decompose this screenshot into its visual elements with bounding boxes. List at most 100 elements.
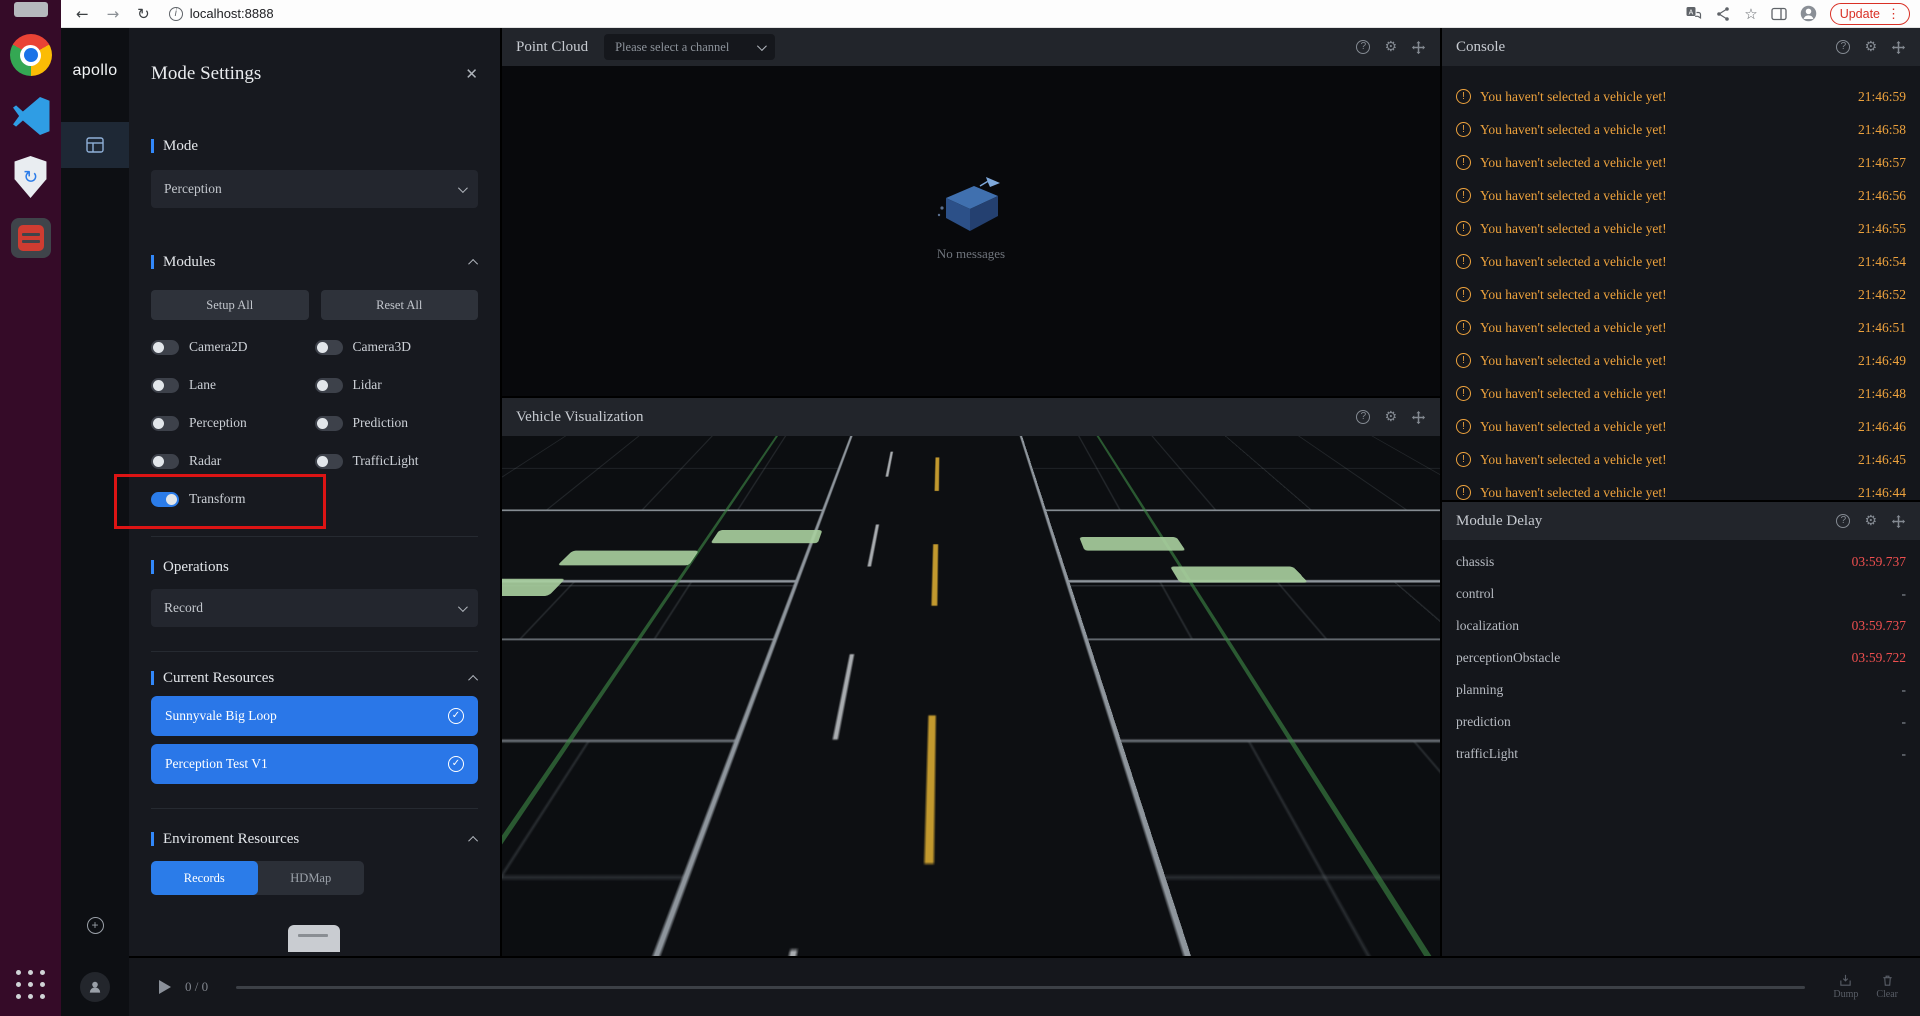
- chevron-down-icon: [757, 41, 767, 51]
- gear-icon[interactable]: ⚙: [1864, 39, 1877, 55]
- dump-button[interactable]: Dump: [1833, 974, 1858, 1000]
- console-message-text: You haven't selected a vehicle yet!: [1480, 254, 1667, 270]
- console-title: Console: [1456, 39, 1505, 56]
- toggle-knob: [317, 456, 328, 467]
- ego-vehicle: [950, 779, 980, 841]
- module-toggle-switch[interactable]: [151, 340, 179, 355]
- back-button[interactable]: ←: [76, 5, 89, 23]
- channel-select[interactable]: Please select a channel: [604, 34, 775, 60]
- module-delay-value: 03:59.737: [1852, 554, 1906, 570]
- resource-tab[interactable]: HDMap: [258, 861, 365, 895]
- module-toggle-switch[interactable]: [315, 416, 343, 431]
- browser-toolbar: ← → ↻ i localhost:8888 A ☆ Update ⋮: [61, 0, 1920, 28]
- share-icon[interactable]: [1715, 6, 1731, 22]
- red-app-icon: [11, 218, 51, 258]
- gear-icon[interactable]: ⚙: [1384, 39, 1397, 55]
- mode-select[interactable]: Perception: [151, 170, 478, 208]
- address-bar[interactable]: i localhost:8888: [169, 6, 274, 21]
- chevron-down-icon: [458, 183, 468, 193]
- reload-button[interactable]: ↻: [137, 5, 150, 23]
- dreamview-view-button[interactable]: D: [1388, 845, 1418, 875]
- module-delay-row: chassis 03:59.737: [1442, 546, 1920, 578]
- operations-section-label: Operations: [151, 557, 478, 577]
- help-icon[interactable]: ?: [1356, 410, 1370, 424]
- module-toggle-switch[interactable]: [151, 378, 179, 393]
- green-marker: [711, 530, 823, 543]
- gear-icon[interactable]: ⚙: [1864, 513, 1877, 529]
- url-text: localhost:8888: [190, 6, 274, 21]
- module-toggle-label: Camera3D: [353, 339, 411, 355]
- user-avatar[interactable]: [80, 972, 110, 1002]
- progress-track[interactable]: [236, 986, 1805, 989]
- module-toggle-switch[interactable]: [315, 454, 343, 469]
- record-card-partial[interactable]: [288, 925, 340, 952]
- profile-avatar-icon[interactable]: [1800, 5, 1817, 22]
- translate-icon[interactable]: A: [1685, 6, 1702, 22]
- module-toggle-switch[interactable]: [151, 416, 179, 431]
- module-name: prediction: [1456, 714, 1511, 730]
- console-message-list: ! You haven't selected a vehicle yet! 21…: [1442, 66, 1920, 500]
- forward-button[interactable]: →: [107, 5, 120, 23]
- move-panel-icon[interactable]: [1891, 40, 1906, 55]
- collapse-chevron-icon[interactable]: [468, 258, 478, 268]
- chrome-update-button[interactable]: Update ⋮: [1830, 3, 1910, 25]
- console-message-time: 21:46:56: [1858, 188, 1906, 204]
- vscode-icon: [12, 97, 50, 135]
- vehicle-viz-title: Vehicle Visualization: [516, 409, 644, 426]
- module-name: trafficLight: [1456, 746, 1518, 762]
- dock-item-chrome[interactable]: [8, 32, 54, 78]
- module-toggle-row: TrafficLight: [315, 453, 479, 469]
- resource-tab[interactable]: Records: [151, 861, 258, 895]
- dreamview-app: apollo + Mode Settings: [61, 28, 1920, 1016]
- zoom-in-button[interactable]: +: [1388, 888, 1418, 917]
- console-message-time: 21:46:46: [1858, 419, 1906, 435]
- console-message-time: 21:46:54: [1858, 254, 1906, 270]
- resource-item-label: Sunnyvale Big Loop: [165, 708, 277, 724]
- module-toggle-switch[interactable]: [151, 454, 179, 469]
- help-icon[interactable]: ?: [1836, 514, 1850, 528]
- help-icon[interactable]: ?: [1836, 40, 1850, 54]
- mode-section-label: Mode: [151, 136, 478, 156]
- resource-item[interactable]: Perception Test V1 ✓: [151, 744, 478, 784]
- module-toggle-switch[interactable]: [315, 340, 343, 355]
- zoom-out-button[interactable]: −: [1388, 918, 1418, 947]
- point-cloud-canvas[interactable]: No messages: [502, 66, 1440, 396]
- module-toggle-label: Lane: [189, 377, 216, 393]
- site-info-icon[interactable]: i: [169, 7, 183, 21]
- module-toggle-switch[interactable]: [315, 378, 343, 393]
- gear-icon[interactable]: ⚙: [1384, 409, 1397, 425]
- move-panel-icon[interactable]: [1891, 514, 1906, 529]
- dock-item-updater[interactable]: ↻: [8, 154, 54, 200]
- bookmark-star-icon[interactable]: ☆: [1744, 5, 1757, 23]
- sidebar-item-mode-settings[interactable]: [61, 122, 129, 168]
- vehicle-viz-canvas[interactable]: D + −: [502, 436, 1440, 956]
- show-applications-button[interactable]: [16, 970, 46, 1000]
- module-name: perceptionObstacle: [1456, 650, 1560, 666]
- reset-all-button[interactable]: Reset All: [321, 290, 479, 320]
- setup-all-button[interactable]: Setup All: [151, 290, 309, 320]
- player-bar: 0 / 0 Dump Clear: [129, 956, 1920, 1016]
- side-panel-icon[interactable]: [1771, 7, 1787, 21]
- close-icon[interactable]: ✕: [465, 65, 478, 83]
- environment-resources-section-label: Enviroment Resources: [151, 829, 478, 849]
- move-panel-icon[interactable]: [1411, 410, 1426, 425]
- browser-menu-icon[interactable]: ⋮: [1887, 6, 1900, 22]
- layers-button[interactable]: [1388, 801, 1418, 831]
- move-panel-icon[interactable]: [1411, 40, 1426, 55]
- help-icon[interactable]: ?: [1356, 40, 1370, 54]
- module-delay-row: prediction -: [1442, 706, 1920, 738]
- clear-button[interactable]: Clear: [1876, 974, 1898, 1000]
- toggle-knob: [317, 380, 328, 391]
- console-message-row: ! You haven't selected a vehicle yet! 21…: [1442, 113, 1920, 146]
- collapse-chevron-icon[interactable]: [468, 835, 478, 845]
- collapse-chevron-icon[interactable]: [468, 674, 478, 684]
- operations-select[interactable]: Record: [151, 589, 478, 627]
- dock-item-red-app[interactable]: [8, 215, 54, 261]
- add-panel-button[interactable]: +: [87, 917, 104, 934]
- module-delay-value: 03:59.722: [1852, 650, 1906, 666]
- module-toggle-row: Prediction: [315, 415, 479, 431]
- play-button[interactable]: [159, 980, 171, 994]
- dock-item-vscode[interactable]: [8, 93, 54, 139]
- panel-layout-icon: [85, 135, 105, 155]
- resource-item[interactable]: Sunnyvale Big Loop ✓: [151, 696, 478, 736]
